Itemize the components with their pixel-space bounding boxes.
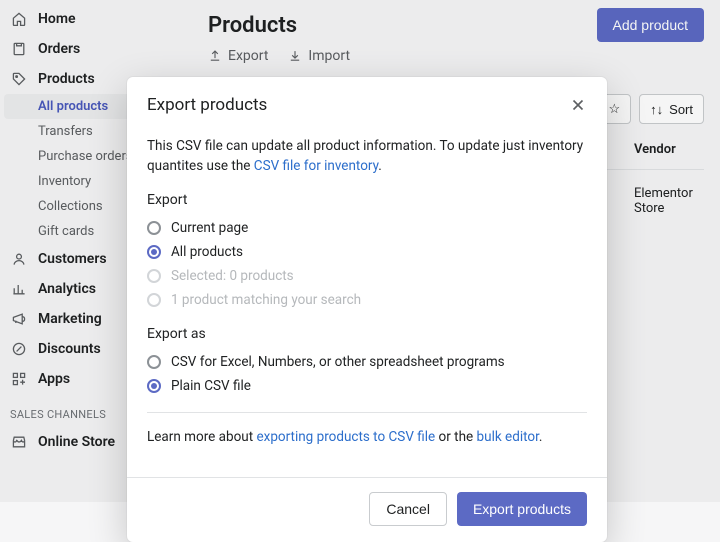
radio-icon bbox=[147, 293, 161, 307]
export-csv-link[interactable]: exporting products to CSV file bbox=[256, 429, 435, 445]
close-button[interactable] bbox=[569, 96, 587, 114]
export-group-label: Export bbox=[147, 192, 587, 208]
radio-search-match: 1 product matching your search bbox=[147, 288, 587, 312]
radio-icon bbox=[147, 245, 161, 259]
learn-more: Learn more about exporting products to C… bbox=[147, 413, 587, 463]
modal-title: Export products bbox=[147, 95, 267, 115]
radio-icon bbox=[147, 221, 161, 235]
radio-current-page[interactable]: Current page bbox=[147, 216, 587, 240]
radio-icon bbox=[147, 379, 161, 393]
radio-icon bbox=[147, 269, 161, 283]
bulk-editor-link[interactable]: bulk editor bbox=[477, 429, 539, 445]
csv-inventory-link[interactable]: CSV file for inventory bbox=[254, 158, 379, 174]
radio-plain-csv[interactable]: Plain CSV file bbox=[147, 374, 587, 398]
modal-description: This CSV file can update all product inf… bbox=[147, 137, 587, 176]
radio-csv-excel[interactable]: CSV for Excel, Numbers, or other spreads… bbox=[147, 350, 587, 374]
export-products-button[interactable]: Export products bbox=[457, 492, 587, 526]
radio-selected-products: Selected: 0 products bbox=[147, 264, 587, 288]
export-as-group-label: Export as bbox=[147, 326, 587, 342]
cancel-button[interactable]: Cancel bbox=[369, 492, 447, 526]
close-icon bbox=[569, 96, 587, 114]
radio-all-products[interactable]: All products bbox=[147, 240, 587, 264]
radio-icon bbox=[147, 355, 161, 369]
export-products-modal: Export products This CSV file can update… bbox=[127, 77, 607, 542]
